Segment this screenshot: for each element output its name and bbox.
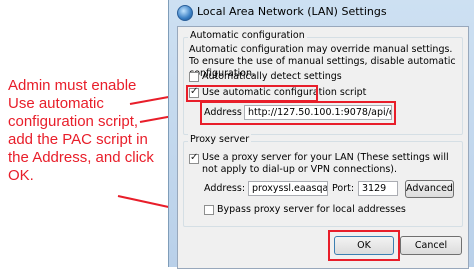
detect-settings-label[interactable]: Automatically detect settings [202,71,342,83]
highlight-script-checkbox [186,85,318,102]
proxy-address-label: Address: [204,183,246,194]
bypass-local-label[interactable]: Bypass proxy server for local addresses [217,204,406,216]
lan-settings-dialog: Local Area Network (LAN) Settings Automa… [168,0,474,269]
cancel-button[interactable]: Cancel [400,236,462,255]
proxy-address-input[interactable]: proxyssl.eaasqa [248,181,328,196]
auto-config-legend: Automatic configuration [188,30,307,41]
advanced-button[interactable]: Advanced [405,180,454,198]
highlight-ok [328,230,400,261]
detect-settings-checkbox[interactable] [189,72,199,82]
bypass-local-checkbox[interactable] [204,205,214,215]
title-bar[interactable]: Local Area Network (LAN) Settings [169,0,474,24]
highlight-address [200,101,396,125]
port-label: Port: [332,183,355,194]
port-input[interactable]: 3129 [358,181,398,196]
use-proxy-label[interactable]: Use a proxy server for your LAN (These s… [202,152,458,176]
proxy-server-legend: Proxy server [188,134,252,145]
internet-globe-icon [177,5,193,21]
dialog-body: Automatic configuration Automatic config… [177,26,469,269]
use-proxy-checkbox[interactable] [189,152,199,164]
dialog-title: Local Area Network (LAN) Settings [197,5,387,18]
